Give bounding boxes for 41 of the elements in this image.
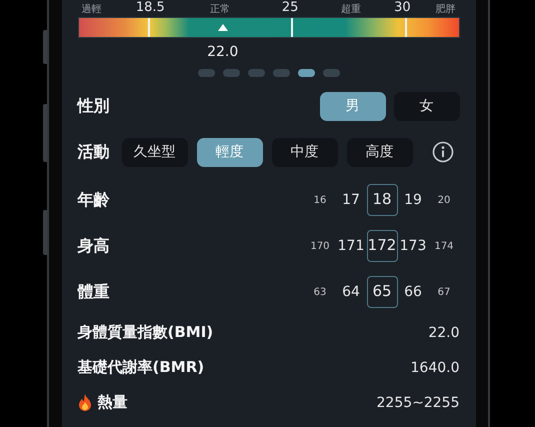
result-value: 22.0 [428,324,460,340]
result-label: 熱量 [98,393,128,412]
result-label: 身體質量指數(BMI) [78,323,214,342]
bmi-value: 22.0 [207,44,238,60]
fire-icon [78,394,92,411]
scale-label: 25 [282,0,298,15]
picker-label: 身高 [78,236,110,256]
info-icon[interactable] [432,141,454,163]
scale-label: 肥胖 [436,2,456,16]
picker-label: 體重 [78,282,110,302]
scale-label: 過輕 [82,3,102,16]
picker-value[interactable]: 16 [304,194,336,206]
result-label: 基礎代謝率(BMR) [78,358,204,377]
picker-value[interactable]: 63 [304,286,336,298]
picker-value[interactable]: 170 [304,240,336,252]
picker-label: 年齡 [78,190,110,210]
activity-label: 活動 [78,142,110,162]
scale-label: 30 [394,0,411,15]
picker-value[interactable]: 64 [336,284,366,300]
picker-value[interactable]: 67 [428,286,460,298]
picker-value[interactable]: 17 [336,192,366,208]
picker-value[interactable]: 20 [428,194,460,206]
picker-value[interactable]: 172 [366,230,398,262]
result-value: 1640.0 [410,360,460,376]
activity-option[interactable]: 中度 [272,138,338,166]
page-indicator[interactable] [298,69,314,77]
result-value: 2255~2255 [376,394,460,410]
scale-label: 18.5 [136,0,165,15]
scale-label: 超重 [340,2,361,16]
picker-value[interactable]: 18 [366,184,398,216]
gender-option[interactable]: 女 [394,92,460,120]
picker-value[interactable]: 174 [428,240,460,252]
activity-option[interactable]: 高度 [346,138,412,166]
picker-value[interactable]: 173 [398,238,428,254]
picker-value[interactable]: 19 [398,192,428,208]
picker-value[interactable]: 65 [366,276,398,308]
picker-value[interactable]: 171 [336,238,366,254]
scale-label: 正常 [210,2,230,16]
picker-value[interactable]: 66 [398,284,428,300]
activity-option[interactable]: 久坐型 [122,138,188,166]
gender-label: 性別 [78,96,110,116]
